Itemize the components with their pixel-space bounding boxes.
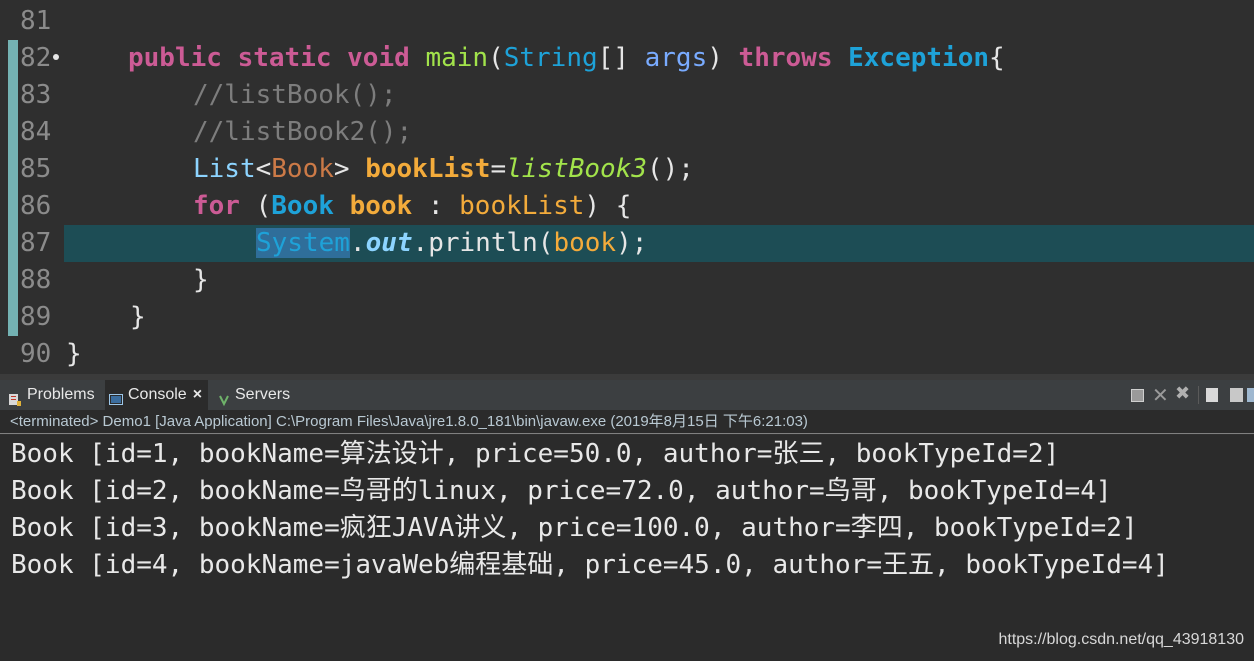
tab-label: Problems bbox=[27, 386, 95, 403]
line-number: 83 bbox=[20, 80, 52, 110]
keyword-throws: throws bbox=[738, 43, 833, 73]
change-marker bbox=[8, 77, 18, 114]
line-number: 84 bbox=[20, 117, 52, 147]
code-text: for (Book book : bookList) { bbox=[193, 188, 631, 225]
code-line-90: 90 } bbox=[0, 336, 1254, 373]
code-text: System.out.println(book); bbox=[256, 225, 647, 262]
tab-label: Console bbox=[128, 386, 187, 403]
tab-servers[interactable]: Servers bbox=[218, 380, 290, 410]
clear-console-icon[interactable] bbox=[1206, 388, 1218, 402]
var-booklist: bookList bbox=[365, 154, 491, 184]
code-line-83: 83 //listBook(); bbox=[0, 77, 1254, 114]
param-args: args bbox=[644, 43, 708, 73]
code-line-84: 84 //listBook2(); bbox=[0, 114, 1254, 151]
colon: : bbox=[412, 191, 460, 221]
generic-close: > bbox=[333, 154, 366, 184]
var-booklist: bookList bbox=[459, 191, 585, 221]
watermark: https://blog.csdn.net/qq_43918130 bbox=[998, 631, 1244, 648]
console-icon bbox=[109, 388, 123, 405]
process-status: <terminated> Demo1 [Java Application] C:… bbox=[0, 410, 1254, 434]
call-end: ); bbox=[616, 228, 648, 258]
close-icon[interactable]: × bbox=[193, 380, 202, 410]
change-marker bbox=[8, 151, 18, 188]
dot: . bbox=[349, 228, 366, 258]
type-list: List bbox=[193, 154, 256, 184]
code-line-88: 88 } bbox=[0, 262, 1254, 299]
scroll-lock-icon[interactable] bbox=[1230, 388, 1243, 402]
console-output[interactable]: Book [id=1, bookName=算法设计, price=50.0, a… bbox=[0, 435, 1254, 661]
method-println: println( bbox=[428, 228, 554, 258]
brace-close: } bbox=[193, 265, 209, 295]
keyword-for: for bbox=[193, 191, 240, 221]
type-book: Book bbox=[271, 154, 334, 184]
code-line-82: 82 public static void main(String[] args… bbox=[0, 40, 1254, 77]
comment: //listBook2(); bbox=[193, 117, 413, 147]
change-marker bbox=[8, 262, 18, 299]
console-line: Book [id=4, bookName=javaWeb编程基础, price=… bbox=[11, 550, 1169, 580]
console-tab-bar: Problems Console × Servers ✕ ✖ bbox=[0, 380, 1254, 410]
type-exception: Exception bbox=[848, 43, 990, 73]
type-string: String bbox=[503, 43, 598, 73]
brace-open: { bbox=[989, 43, 1005, 73]
line-number: 81 bbox=[20, 6, 52, 36]
comment: //listBook(); bbox=[193, 80, 397, 110]
keyword-void: void bbox=[347, 43, 410, 73]
line-number: 85 bbox=[20, 154, 52, 184]
line-number: 89 bbox=[20, 302, 52, 332]
change-marker bbox=[8, 40, 18, 77]
terminate-icon[interactable] bbox=[1131, 389, 1144, 402]
pin-console-icon[interactable] bbox=[1247, 388, 1254, 402]
problems-icon bbox=[8, 388, 22, 406]
code-line-89: 89 } bbox=[0, 299, 1254, 336]
operator-assign: = bbox=[490, 154, 507, 184]
change-marker bbox=[8, 225, 18, 262]
remove-all-terminated-icon[interactable]: ✖ bbox=[1175, 383, 1190, 404]
line-number: 88 bbox=[20, 265, 52, 295]
generic-open: < bbox=[255, 154, 272, 184]
code-line-86: 86 for (Book book : bookList) { bbox=[0, 188, 1254, 225]
fold-marker-icon[interactable] bbox=[53, 54, 59, 60]
line-number: 86 bbox=[20, 191, 52, 221]
change-marker bbox=[8, 188, 18, 225]
tab-problems[interactable]: Problems bbox=[8, 380, 95, 410]
code-line-81: 81 bbox=[0, 3, 1254, 40]
line-number: 82 bbox=[20, 43, 52, 73]
console-line: Book [id=3, bookName=疯狂JAVA讲义, price=100… bbox=[11, 513, 1138, 543]
paren-close: ) bbox=[707, 43, 739, 73]
keyword-public: public bbox=[128, 43, 222, 73]
console-line: Book [id=1, bookName=算法设计, price=50.0, a… bbox=[11, 439, 1060, 469]
field-out: out bbox=[365, 228, 413, 258]
code-text: public static void main(String[] args) t… bbox=[128, 40, 1005, 77]
type-book: Book bbox=[271, 191, 334, 221]
brace-close: } bbox=[130, 302, 146, 332]
toolbar-separator bbox=[1198, 386, 1199, 404]
code-editor[interactable]: 81 82 public static void main(String[] a… bbox=[0, 0, 1254, 374]
change-marker bbox=[8, 114, 18, 151]
selected-type-system[interactable]: System bbox=[256, 228, 350, 258]
line-number: 90 bbox=[20, 339, 52, 369]
change-marker bbox=[8, 299, 18, 336]
keyword-static: static bbox=[237, 43, 332, 73]
method-call: listBook3 bbox=[506, 154, 647, 184]
paren: ( bbox=[488, 43, 504, 73]
current-line-highlight bbox=[64, 225, 1254, 262]
paren-open: ( bbox=[239, 191, 272, 221]
var-book: book bbox=[349, 191, 413, 221]
code-text: List<Book> bookList=listBook3(); bbox=[193, 151, 694, 188]
dot: . bbox=[412, 228, 429, 258]
line-number: 87 bbox=[20, 228, 52, 258]
var-book: book bbox=[553, 228, 617, 258]
paren-close: ) { bbox=[584, 191, 632, 221]
method-name: main bbox=[425, 43, 489, 73]
remove-launch-icon[interactable]: ✕ bbox=[1152, 383, 1169, 407]
brace-close: } bbox=[66, 339, 82, 369]
tab-label: Servers bbox=[235, 386, 291, 403]
servers-icon bbox=[218, 388, 230, 407]
call-end: (); bbox=[647, 154, 694, 184]
array-brackets: [] bbox=[597, 43, 645, 73]
code-line-87: 87 System.out.println(book); bbox=[0, 225, 1254, 262]
tab-console[interactable]: Console × bbox=[105, 380, 209, 410]
console-line: Book [id=2, bookName=鸟哥的linux, price=72.… bbox=[11, 476, 1112, 506]
code-line-85: 85 List<Book> bookList=listBook3(); bbox=[0, 151, 1254, 188]
